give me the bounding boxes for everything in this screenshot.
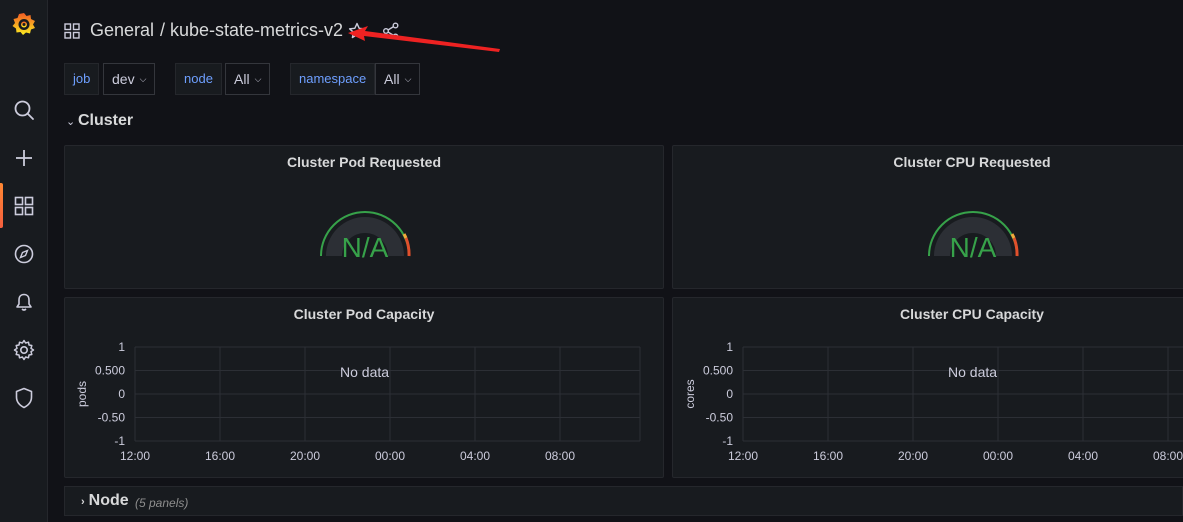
explore-icon[interactable] [0,242,48,266]
graph-chart: 1 0.500 0 -0.50 -112:00 16:00 20:00 00:00 04:00 0… [683,340,1183,463]
panel-cluster-pod-requested[interactable]: Cluster Pod Requested N/A [64,145,664,289]
y-axis-label: cores [683,379,697,408]
x-tick-label: 08:00 [545,449,575,463]
panel-cluster-pod-capacity[interactable]: Cluster Pod Capacity 1 0.500 0 -0.50 -1 12:00… [64,297,664,478]
y-tick-label: 0 [726,387,733,401]
x-tick-label: 04:00 [460,449,490,463]
x-tick-label: 20:00 [290,449,320,463]
x-tick-label: 12:00 [728,449,758,463]
gauge-value: N/A [341,232,389,263]
row-cluster-title: Cluster [78,112,134,129]
var-label-job: job [64,63,100,95]
chevron-down-icon: ⌵ [254,74,262,84]
panel-title: Cluster Pod Requested [286,154,442,170]
no-data-label: No data [340,364,390,380]
y-tick-label: 1 [118,340,125,354]
dashboards-icon[interactable] [0,194,48,218]
var-select-node[interactable]: All ⌵ [225,63,271,95]
y-tick-label: 0.500 [703,364,733,378]
var-value-namespace: All [384,71,400,87]
dashboard-grid-icon [64,23,80,44]
star-icon[interactable] [348,22,366,45]
x-tick-label: 12:00 [120,449,150,463]
y-tick-label: -0.50 [706,411,734,425]
shield-icon[interactable] [0,386,48,410]
var-label-namespace: namespace [290,63,376,95]
x-tick-label: 16:00 [205,449,235,463]
chevron-down-icon: ⌄ [66,116,76,128]
y-tick-label: 0.500 [95,364,125,378]
chevron-down-icon: ⌵ [404,74,412,84]
var-select-namespace[interactable]: All ⌵ [375,63,421,95]
y-tick-label: 0 [118,387,125,401]
settings-icon[interactable] [0,338,48,362]
x-tick-label: 20:00 [898,449,928,463]
chevron-right-icon: › [81,496,85,508]
panel-cluster-cpu-requested[interactable]: Cluster CPU Requested N/A [672,145,1183,289]
x-tick-label: 04:00 [1068,449,1098,463]
dashboard-header: General / kube-state-metrics-v2 [48,0,1183,62]
x-tick-label: 08:00 [1153,449,1183,463]
breadcrumb-folder[interactable]: General [90,20,154,41]
panel-cluster-cpu-capacity[interactable]: Cluster CPU Capacity 1 0.500 0 -0.50 -1 12:00… [672,297,1183,478]
graph-chart: 1 0.500 0 -0.50 -112:00 16:00 20:00 00:00 04:00 0… [75,340,641,463]
y-tick-label: -1 [722,434,733,448]
row-node-title: › Node [81,492,129,510]
grafana-logo-icon[interactable] [0,10,48,38]
panel-title: Cluster CPU Requested [893,154,1051,170]
search-icon[interactable] [0,98,48,122]
x-tick-label: 00:00 [375,449,405,463]
gauge-value: N/A [949,232,997,263]
x-tick-label: 16:00 [813,449,843,463]
y-tick-label: -0.50 [98,411,126,425]
dashboard-title[interactable]: / kube-state-metrics-v2 [160,20,343,41]
row-node-label: Node [88,492,129,509]
plus-icon[interactable] [0,146,48,170]
var-value-job: dev [112,71,135,87]
row-cluster[interactable]: ⌄ Cluster [66,112,133,130]
alerting-icon[interactable] [0,290,48,314]
row-panel-count: (5 panels) [135,496,189,510]
no-data-label: No data [948,364,998,380]
chevron-down-icon: ⌵ [139,74,147,84]
share-icon[interactable] [382,22,400,45]
var-label-node: node [175,63,222,95]
y-tick-label: -1 [114,434,125,448]
sidebar [0,0,48,522]
y-axis-label: pods [75,381,89,407]
var-value-node: All [234,71,250,87]
row-node[interactable]: › Node (5 panels) [64,486,1183,516]
var-select-job[interactable]: dev ⌵ [103,63,156,95]
y-tick-label: 1 [726,340,733,354]
x-tick-label: 00:00 [983,449,1013,463]
